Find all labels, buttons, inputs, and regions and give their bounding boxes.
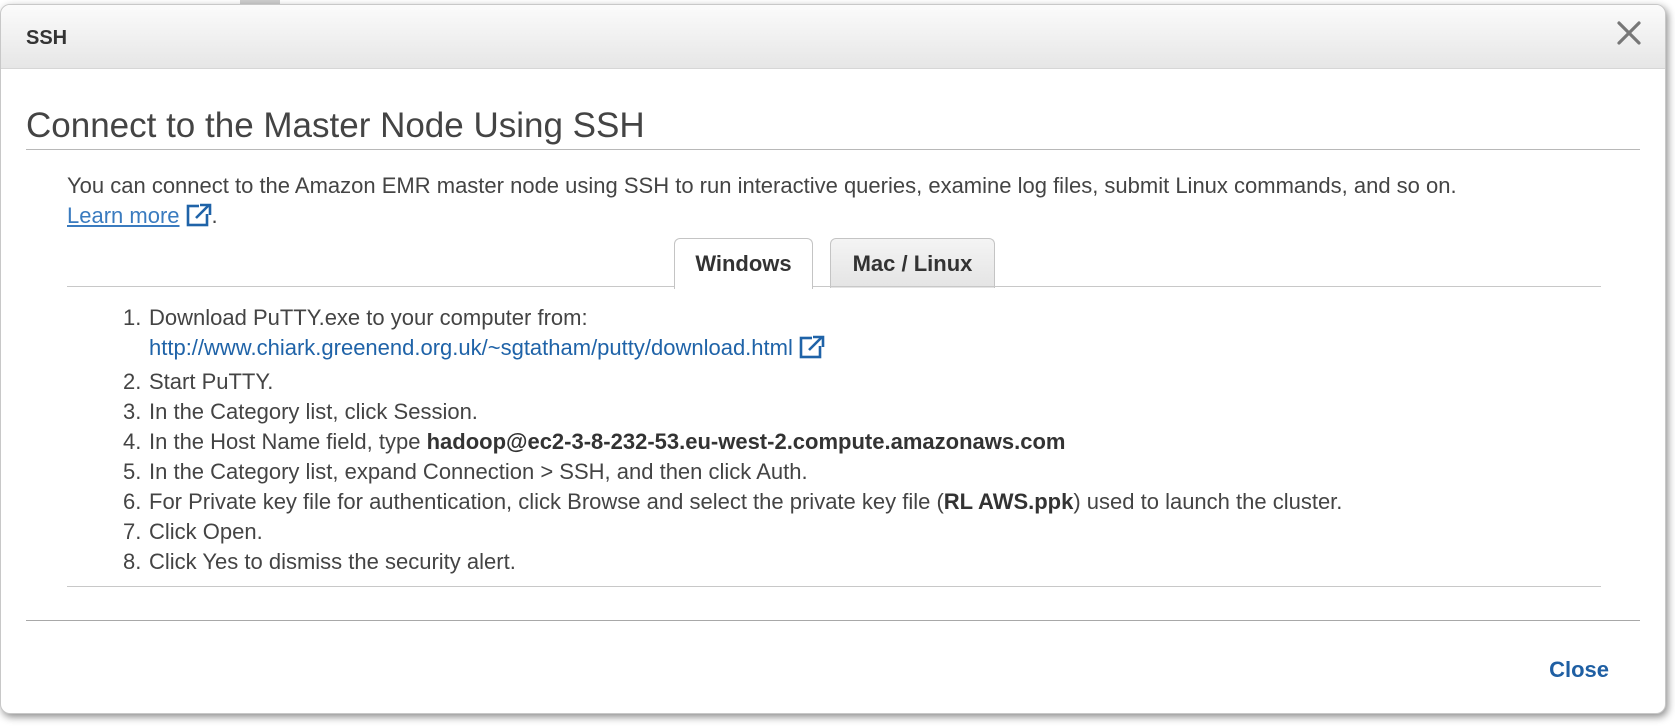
step-text: Start PuTTY. — [149, 369, 274, 394]
step-text: In the Category list, expand Connection … — [149, 459, 808, 484]
steps-bottom-divider — [67, 586, 1601, 587]
step-text: In the Host Name field, type — [149, 429, 427, 454]
list-item: 4. In the Host Name field, type hadoop@e… — [119, 427, 1342, 457]
list-item: 2. Start PuTTY. — [119, 367, 1342, 397]
tab-mac-linux[interactable]: Mac / Linux — [830, 238, 995, 288]
host-name-value: hadoop@ec2-3-8-232-53.eu-west-2.compute.… — [426, 429, 1066, 454]
section-heading: Connect to the Master Node Using SSH — [26, 106, 645, 145]
external-link-icon[interactable] — [186, 203, 212, 235]
step-text-suffix: ) used to launch the cluster. — [1073, 489, 1343, 514]
step-number: 2. — [123, 369, 142, 394]
list-item: 8. Click Yes to dismiss the security ale… — [119, 547, 1342, 577]
dialog-header: SSH — [1, 5, 1665, 69]
step-number: 4. — [123, 429, 142, 454]
intro-paragraph: You can connect to the Amazon EMR master… — [67, 171, 1457, 235]
instruction-steps: 1. Download PuTTY.exe to your computer f… — [119, 303, 1342, 577]
step-number: 7. — [123, 519, 142, 544]
learn-more-link[interactable]: Learn more — [67, 203, 180, 228]
step-number: 5. — [123, 459, 142, 484]
heading-divider — [26, 149, 1640, 150]
external-link-icon[interactable] — [799, 335, 825, 367]
list-item: 6. For Private key file for authenticati… — [119, 487, 1342, 517]
dialog-title: SSH — [26, 27, 68, 49]
step-number: 3. — [123, 399, 142, 424]
step-number: 8. — [123, 549, 142, 574]
tab-strip-divider — [67, 286, 1601, 287]
intro-text: You can connect to the Amazon EMR master… — [67, 173, 1457, 198]
close-button[interactable]: Close — [1549, 657, 1609, 683]
step-text: Click Open. — [149, 519, 263, 544]
step-text: In the Category list, click Session. — [149, 399, 478, 424]
step-number: 1. — [123, 305, 142, 330]
putty-download-link[interactable]: http://www.chiark.greenend.org.uk/~sgtat… — [149, 335, 793, 360]
learn-more-suffix: . — [211, 203, 218, 228]
step-text: Click Yes to dismiss the security alert. — [149, 549, 516, 574]
step-text: For Private key file for authentication,… — [149, 489, 944, 514]
list-item: 5. In the Category list, expand Connecti… — [119, 457, 1342, 487]
tab-windows[interactable]: Windows — [674, 238, 813, 289]
list-item: 1. Download PuTTY.exe to your computer f… — [119, 303, 1342, 367]
step-text: Download PuTTY.exe to your computer from… — [149, 305, 588, 330]
list-item: 7. Click Open. — [119, 517, 1342, 547]
list-item: 3. In the Category list, click Session. — [119, 397, 1342, 427]
close-x-icon[interactable] — [1611, 15, 1647, 51]
footer-divider — [26, 620, 1640, 621]
ssh-dialog: SSH Connect to the Master Node Using SSH… — [0, 4, 1666, 714]
step-number: 6. — [123, 489, 142, 514]
key-file-name: RL AWS.ppk — [943, 489, 1074, 514]
